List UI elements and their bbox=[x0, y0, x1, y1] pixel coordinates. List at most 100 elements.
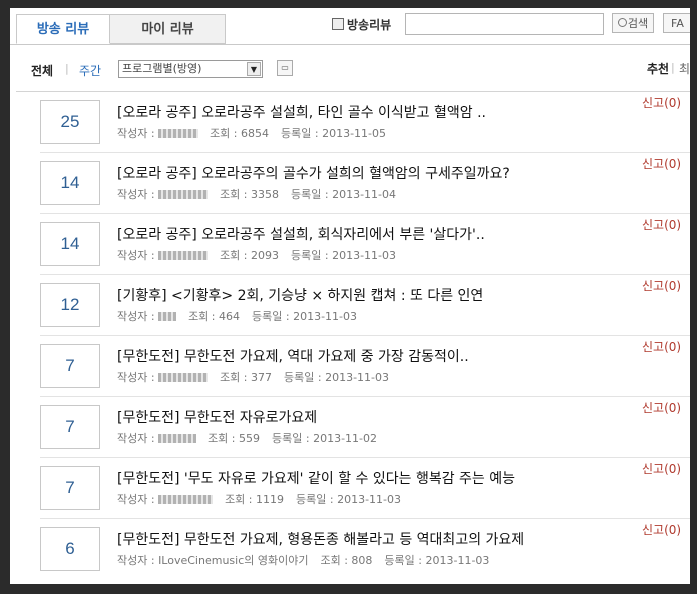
date-value: 2013-11-04 bbox=[332, 188, 397, 201]
recommend-count: 14 bbox=[40, 222, 100, 266]
views-value: 6854 bbox=[241, 127, 270, 140]
review-meta: 작성자 : 조회 : 2093 등록일 : 2013-11-03 bbox=[117, 247, 396, 263]
date-value: 2013-11-03 bbox=[293, 310, 358, 323]
chevron-down-icon: ▼ bbox=[247, 62, 261, 76]
filter-all[interactable]: 전체 bbox=[31, 62, 53, 79]
review-title-link[interactable]: [오로라 공주] 오로라공주 설설희, 회식자리에서 부른 '살다가'.. bbox=[117, 224, 485, 244]
sort-recommend[interactable]: 추천 bbox=[647, 60, 669, 77]
author-label: 작성자 : bbox=[117, 249, 155, 262]
tab-bar: 방송 리뷰 마이 리뷰 방송리뷰 검색 FA bbox=[10, 8, 690, 45]
date-value: 2013-11-02 bbox=[313, 432, 378, 445]
filter-bar: 전체 | 주간 프로그램별(방영) ▼ ▭ 추천 | 최 bbox=[10, 58, 690, 82]
author-label: 작성자 : bbox=[117, 371, 155, 384]
sort-divider: | bbox=[671, 61, 675, 74]
date-label: 등록일 : bbox=[252, 310, 290, 323]
date-label: 등록일 : bbox=[291, 249, 329, 262]
views-value: 1119 bbox=[256, 493, 285, 506]
date-label: 등록일 : bbox=[281, 127, 319, 140]
author-name-blurred bbox=[158, 312, 177, 321]
report-link[interactable]: 신고(0) bbox=[642, 155, 681, 172]
date-label: 등록일 : bbox=[296, 493, 334, 506]
view-toggle-button[interactable]: ▭ bbox=[277, 60, 293, 76]
review-meta: 작성자 : 조회 : 3358 등록일 : 2013-11-04 bbox=[117, 186, 396, 202]
grid-icon: ▭ bbox=[281, 63, 289, 72]
review-title-link[interactable]: [무한도전] 무한도전 자유로가요제 bbox=[117, 407, 317, 427]
views-label: 조회 : bbox=[225, 493, 253, 506]
search-button-label: 검색 bbox=[627, 17, 649, 30]
review-meta: 작성자 : 조회 : 559 등록일 : 2013-11-02 bbox=[117, 430, 377, 446]
review-title-link[interactable]: [무한도전] 무한도전 가요제, 역대 가요제 중 가장 감동적이.. bbox=[117, 346, 469, 366]
author-name-blurred bbox=[158, 373, 209, 382]
review-title-link[interactable]: [오로라 공주] 오로라공주 설설희, 타인 골수 이식받고 혈액암 .. bbox=[117, 102, 486, 122]
review-meta: 작성자 : 조회 : 1119 등록일 : 2013-11-03 bbox=[117, 491, 401, 507]
views-value: 559 bbox=[239, 432, 261, 445]
report-link[interactable]: 신고(0) bbox=[642, 277, 681, 294]
recommend-count: 25 bbox=[40, 100, 100, 144]
search-button[interactable]: 검색 bbox=[612, 13, 654, 33]
search-input[interactable] bbox=[405, 13, 604, 35]
date-value: 2013-11-03 bbox=[325, 371, 390, 384]
list-item: 12 [기황후] <기황후> 2회, 기승냥 × 하지원 캡쳐 : 또 다른 인… bbox=[10, 275, 690, 336]
report-link[interactable]: 신고(0) bbox=[642, 399, 681, 416]
date-value: 2013-11-03 bbox=[425, 554, 490, 567]
tab-broadcast-review[interactable]: 방송 리뷰 bbox=[16, 14, 110, 44]
author-name-blurred bbox=[158, 495, 214, 504]
date-value: 2013-11-05 bbox=[322, 127, 387, 140]
views-value: 808 bbox=[351, 554, 373, 567]
report-link[interactable]: 신고(0) bbox=[642, 521, 681, 538]
review-meta: 작성자 : 조회 : 377 등록일 : 2013-11-03 bbox=[117, 369, 389, 385]
review-title-link[interactable]: [무한도전] 무한도전 가요제, 형용돈종 해볼라고 등 역대최고의 가요제 bbox=[117, 529, 524, 549]
author-name-blurred bbox=[158, 434, 197, 443]
magnifier-icon bbox=[617, 18, 627, 27]
date-label: 등록일 : bbox=[384, 554, 422, 567]
sort-latest[interactable]: 최 bbox=[679, 60, 690, 77]
report-link[interactable]: 신고(0) bbox=[642, 460, 681, 477]
list-item: 7 [무한도전] 무한도전 자유로가요제 작성자 : 조회 : 559 등록일 :… bbox=[10, 397, 690, 458]
date-value: 2013-11-03 bbox=[332, 249, 397, 262]
views-label: 조회 : bbox=[208, 432, 236, 445]
recommend-count: 12 bbox=[40, 283, 100, 327]
author-name-blurred bbox=[158, 251, 209, 260]
views-value: 464 bbox=[219, 310, 241, 323]
author-label: 작성자 : bbox=[117, 127, 155, 140]
author-label: 작성자 : bbox=[117, 432, 155, 445]
report-link[interactable]: 신고(0) bbox=[642, 338, 681, 355]
filter-divider: | bbox=[65, 62, 69, 75]
review-meta: 작성자 : ILoveCinemusic의 영화이야기 조회 : 808 등록일 :… bbox=[117, 552, 489, 568]
filter-weekly[interactable]: 주간 bbox=[79, 62, 101, 79]
author-name[interactable]: ILoveCinemusic의 영화이야기 bbox=[158, 554, 308, 567]
search-icon bbox=[332, 18, 344, 30]
list-item: 7 [무한도전] '무도 자유로 가요제' 같이 할 수 있다는 행복감 주는 … bbox=[10, 458, 690, 519]
tab-my-review[interactable]: 마이 리뷰 bbox=[110, 14, 226, 44]
recommend-count: 7 bbox=[40, 344, 100, 388]
author-label: 작성자 : bbox=[117, 310, 155, 323]
recommend-count: 14 bbox=[40, 161, 100, 205]
list-item: 25 [오로라 공주] 오로라공주 설설희, 타인 골수 이식받고 혈액암 ..… bbox=[10, 92, 690, 153]
views-value: 2093 bbox=[251, 249, 280, 262]
views-value: 3358 bbox=[251, 188, 280, 201]
review-title-link[interactable]: [오로라 공주] 오로라공주의 골수가 설희의 혈액암의 구세주일까요? bbox=[117, 163, 510, 183]
review-panel: 방송 리뷰 마이 리뷰 방송리뷰 검색 FA 전체 | 주간 프로그램별(방영)… bbox=[10, 8, 690, 584]
program-select[interactable]: 프로그램별(방영) ▼ bbox=[118, 60, 263, 78]
faq-button[interactable]: FA bbox=[663, 13, 690, 33]
author-label: 작성자 : bbox=[117, 554, 155, 567]
views-label: 조회 : bbox=[210, 127, 238, 140]
report-link[interactable]: 신고(0) bbox=[642, 216, 681, 233]
views-label: 조회 : bbox=[320, 554, 348, 567]
recommend-count: 7 bbox=[40, 405, 100, 449]
review-title-link[interactable]: [기황후] <기황후> 2회, 기승냥 × 하지원 캡쳐 : 또 다른 인연 bbox=[117, 285, 483, 305]
views-label: 조회 : bbox=[220, 371, 248, 384]
search-label: 방송리뷰 bbox=[332, 16, 391, 33]
date-label: 등록일 : bbox=[272, 432, 310, 445]
author-name-blurred bbox=[158, 190, 209, 199]
list-item: 7 [무한도전] 무한도전 가요제, 역대 가요제 중 가장 감동적이.. 작성… bbox=[10, 336, 690, 397]
review-meta: 작성자 : 조회 : 6854 등록일 : 2013-11-05 bbox=[117, 125, 386, 141]
report-link[interactable]: 신고(0) bbox=[642, 94, 681, 111]
author-label: 작성자 : bbox=[117, 493, 155, 506]
author-name-blurred bbox=[158, 129, 199, 138]
review-title-link[interactable]: [무한도전] '무도 자유로 가요제' 같이 할 수 있다는 행복감 주는 예능 bbox=[117, 468, 515, 488]
date-label: 등록일 : bbox=[284, 371, 322, 384]
author-label: 작성자 : bbox=[117, 188, 155, 201]
list-item: 14 [오로라 공주] 오로라공주의 골수가 설희의 혈액암의 구세주일까요? … bbox=[10, 153, 690, 214]
recommend-count: 6 bbox=[40, 527, 100, 571]
